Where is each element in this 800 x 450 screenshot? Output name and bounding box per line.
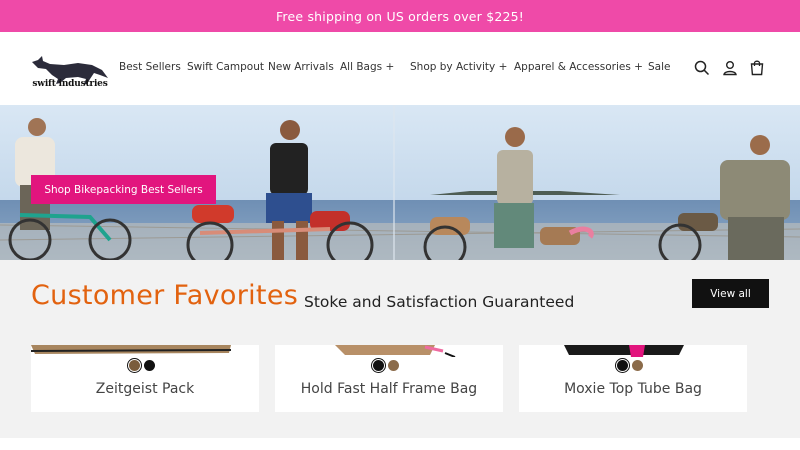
swatch-tan[interactable] bbox=[388, 360, 399, 371]
product-image[interactable] bbox=[31, 345, 259, 357]
brand-logo-text[interactable]: swift industries bbox=[30, 79, 110, 89]
color-swatches bbox=[373, 360, 399, 371]
view-all-button[interactable]: View all bbox=[692, 279, 769, 308]
account-icon[interactable] bbox=[721, 59, 739, 77]
site-header: swift industries Best Sellers Swift Camp… bbox=[0, 32, 800, 105]
swatch-black[interactable] bbox=[373, 360, 384, 371]
product-card-moxie-top-tube-bag[interactable]: Moxie Top Tube Bag bbox=[519, 345, 747, 412]
product-image[interactable] bbox=[275, 345, 503, 357]
nav-apparel-accessories[interactable]: Apparel & Accessories + bbox=[514, 61, 643, 73]
section-subtitle: Stoke and Satisfaction Guaranteed bbox=[304, 293, 575, 311]
search-icon[interactable] bbox=[693, 59, 711, 77]
cart-icon[interactable] bbox=[748, 59, 766, 77]
nav-new-arrivals[interactable]: New Arrivals bbox=[268, 61, 334, 73]
nav-swift-campout[interactable]: Swift Campout bbox=[187, 61, 264, 73]
product-card-hold-fast-half-frame-bag[interactable]: Hold Fast Half Frame Bag bbox=[275, 345, 503, 412]
swatch-black[interactable] bbox=[144, 360, 155, 371]
nav-best-sellers[interactable]: Best Sellers bbox=[119, 61, 181, 73]
section-title: Customer Favorites bbox=[31, 280, 299, 311]
color-swatches bbox=[129, 360, 155, 371]
product-title[interactable]: Hold Fast Half Frame Bag bbox=[275, 381, 503, 397]
nav-shop-by-activity[interactable]: Shop by Activity + bbox=[410, 61, 507, 73]
swatch-tan[interactable] bbox=[632, 360, 643, 371]
product-title[interactable]: Zeitgeist Pack bbox=[31, 381, 259, 397]
swatch-tan[interactable] bbox=[129, 360, 140, 371]
shop-bikepacking-button[interactable]: Shop Bikepacking Best Sellers bbox=[31, 175, 216, 204]
nav-sale[interactable]: Sale bbox=[648, 61, 670, 73]
announcement-bar: Free shipping on US orders over $225! bbox=[0, 0, 800, 32]
color-swatches bbox=[617, 360, 643, 371]
announcement-text: Free shipping on US orders over $225! bbox=[275, 8, 525, 24]
page-bottom-strip bbox=[0, 438, 800, 450]
product-title[interactable]: Moxie Top Tube Bag bbox=[519, 381, 747, 397]
product-image[interactable] bbox=[519, 345, 747, 357]
nav-all-bags[interactable]: All Bags + bbox=[340, 61, 394, 73]
swatch-black[interactable] bbox=[617, 360, 628, 371]
product-card-zeitgeist-pack[interactable]: Zeitgeist Pack bbox=[31, 345, 259, 412]
